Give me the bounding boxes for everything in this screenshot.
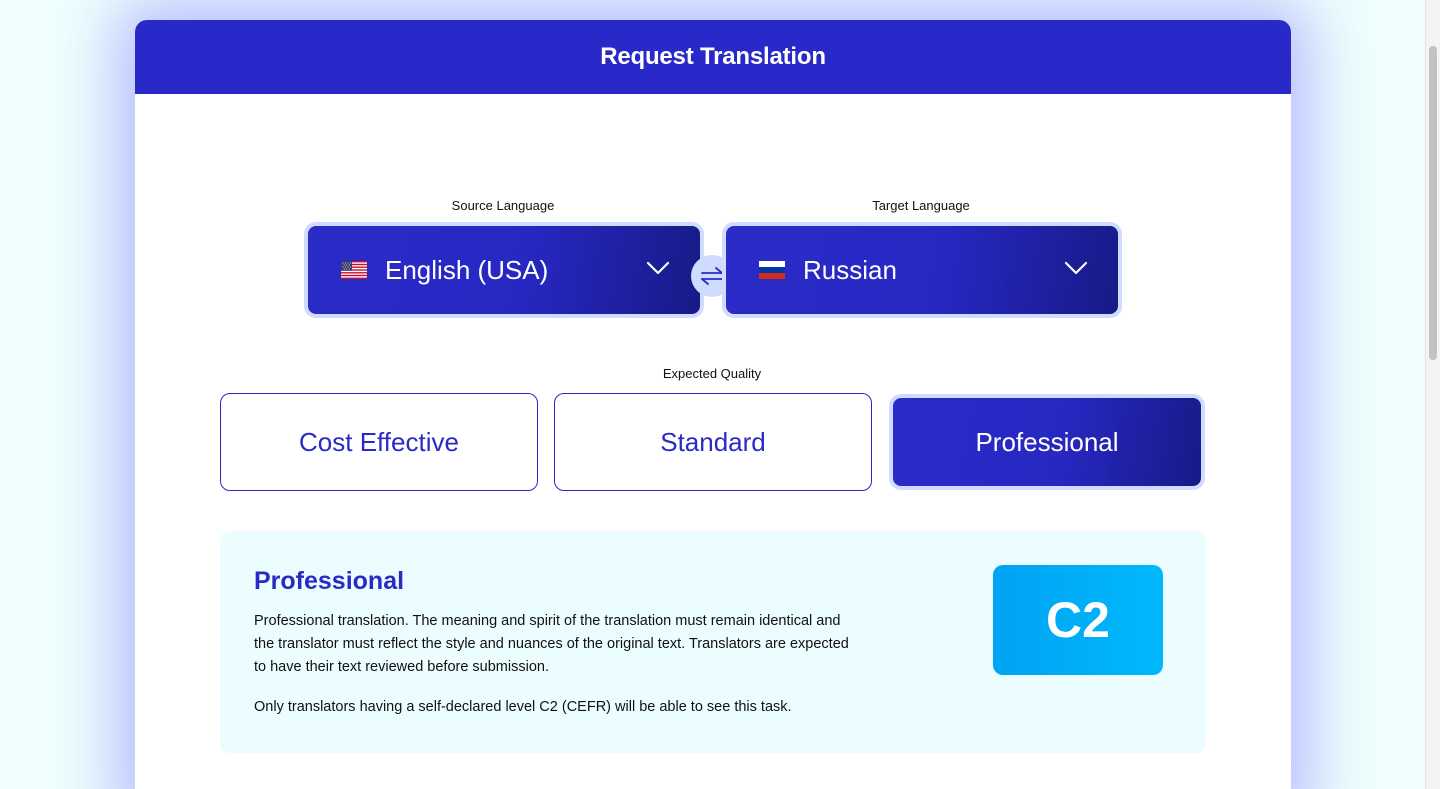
us-flag-icon (341, 261, 367, 279)
quality-option-professional[interactable]: Professional (893, 398, 1201, 486)
target-language-select[interactable]: Russian (726, 226, 1118, 314)
target-language-value: Russian (803, 254, 897, 285)
page-scrollbar[interactable] (1425, 0, 1440, 789)
expected-quality-label: Expected Quality (662, 366, 762, 381)
source-language-value: English (USA) (385, 254, 549, 285)
card-header: Request Translation (135, 20, 1291, 94)
swap-arrows-icon (701, 267, 723, 285)
source-language-label: Source Language (451, 198, 555, 213)
quality-details-note: Only translators having a self-declared … (254, 699, 792, 715)
scrollbar-thumb[interactable] (1429, 46, 1437, 360)
quality-option-cost-effective[interactable]: Cost Effective (220, 393, 538, 491)
source-language-select[interactable]: English (USA) (308, 226, 700, 314)
request-card: Request Translation Source Language Engl… (135, 20, 1291, 789)
quality-details-description: Professional translation. The meaning an… (254, 613, 849, 675)
page: Request Translation Source Language Engl… (0, 0, 1440, 789)
quality-details-title: Professional (254, 567, 405, 595)
russia-flag-icon (759, 261, 785, 279)
chevron-down-icon (1064, 261, 1088, 275)
cefr-level-badge: C2 (993, 565, 1163, 675)
target-language-label: Target Language (872, 198, 970, 213)
chevron-down-icon (646, 261, 670, 275)
quality-option-standard[interactable]: Standard (554, 393, 872, 491)
quality-details-panel: Professional Professional translation. T… (220, 531, 1206, 753)
page-title: Request Translation (600, 43, 826, 70)
